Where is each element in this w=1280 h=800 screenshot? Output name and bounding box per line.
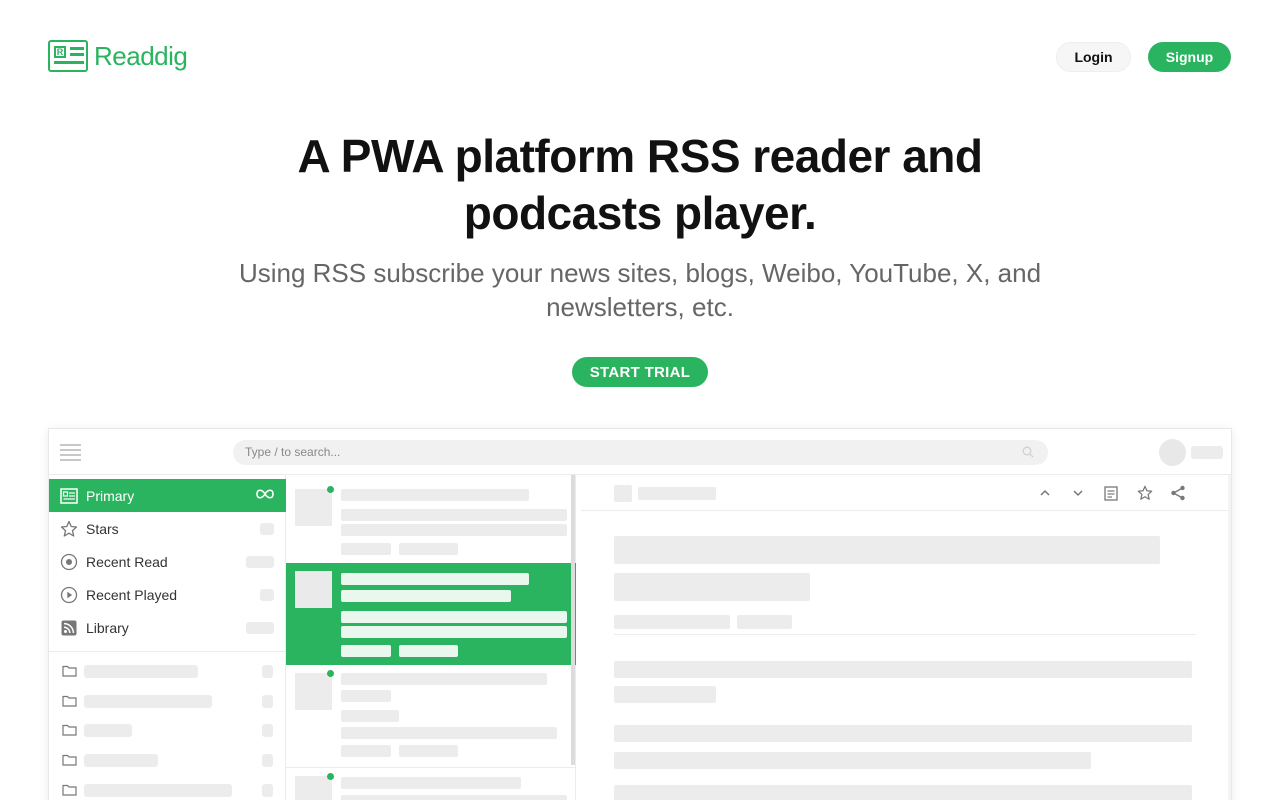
app-topbar [49, 429, 1231, 475]
star-icon [60, 520, 78, 538]
folder-icon [62, 754, 77, 766]
article-body-placeholder [614, 661, 1192, 678]
list-item[interactable] [286, 768, 576, 800]
login-button[interactable]: Login [1056, 42, 1131, 72]
count-badge [246, 555, 274, 568]
article-meta-placeholder [614, 615, 730, 629]
menu-icon[interactable] [60, 444, 81, 461]
count-badge [260, 588, 274, 601]
start-trial-button[interactable]: START TRIAL [572, 357, 708, 387]
sidebar-divider [49, 651, 286, 652]
feed-title-placeholder [638, 487, 716, 500]
folder-item[interactable] [62, 722, 277, 738]
feed-icon-placeholder [614, 485, 632, 502]
unread-dot [327, 486, 334, 493]
avatar[interactable] [1159, 439, 1186, 466]
play-icon [60, 586, 78, 604]
user-name-placeholder [1191, 446, 1223, 459]
sidebar-item-primary[interactable]: Primary [49, 479, 286, 512]
article-list [286, 475, 576, 800]
folder-item[interactable] [62, 693, 277, 709]
sidebar: Primary Stars Recent Read Recent Played [49, 475, 286, 800]
sidebar-item-recent-read[interactable]: Recent Read [49, 545, 286, 578]
hero-subtitle: Using RSS subscribe your news sites, blo… [238, 258, 1042, 322]
chevron-down-icon[interactable] [1069, 484, 1087, 502]
feed-icon [60, 487, 78, 505]
article-meta-placeholder [737, 615, 792, 629]
brand-name: Readdig [94, 40, 188, 71]
folder-item[interactable] [62, 663, 277, 679]
reader-scrollbar[interactable] [1228, 475, 1231, 800]
article-body-placeholder [614, 752, 1091, 769]
list-item[interactable] [286, 665, 576, 767]
count-badge [246, 621, 274, 634]
record-icon [60, 553, 78, 571]
sidebar-item-label: Library [86, 619, 129, 636]
reader-header [581, 475, 1231, 511]
sidebar-item-stars[interactable]: Stars [49, 512, 286, 545]
list-scrollbar[interactable] [571, 475, 575, 765]
unread-dot [327, 670, 334, 677]
list-item[interactable] [286, 475, 576, 563]
unread-dot [327, 773, 334, 780]
sidebar-item-label: Primary [86, 487, 135, 504]
sidebar-item-label: Stars [86, 520, 119, 537]
logo-icon: R [48, 40, 88, 72]
sidebar-item-recent-played[interactable]: Recent Played [49, 578, 286, 611]
brand-logo[interactable]: R Readdig [48, 40, 188, 72]
list-item-selected[interactable] [286, 563, 576, 665]
app-preview: Primary Stars Recent Read Recent Played [48, 428, 1232, 800]
folder-icon [62, 724, 77, 736]
count-badge [260, 522, 274, 535]
article-body-placeholder [614, 725, 1192, 742]
infinity-icon [256, 489, 274, 499]
folder-icon [62, 695, 77, 707]
folder-item[interactable] [62, 782, 277, 798]
divider [614, 634, 1196, 635]
star-icon[interactable] [1136, 484, 1154, 502]
sidebar-item-label: Recent Played [86, 586, 178, 603]
folder-item[interactable] [62, 752, 277, 768]
hero-title: A PWA platform RSS reader and podcasts p… [297, 130, 983, 239]
sidebar-item-library[interactable]: Library [49, 611, 286, 644]
signup-button[interactable]: Signup [1148, 42, 1231, 72]
article-body-placeholder [614, 686, 716, 703]
reader-pane [581, 475, 1231, 800]
folder-icon [62, 665, 77, 677]
sidebar-item-label: Recent Read [86, 553, 168, 570]
article-body-placeholder [614, 785, 1192, 800]
search-bar[interactable] [233, 440, 1048, 465]
share-icon[interactable] [1169, 484, 1187, 502]
search-input[interactable] [245, 445, 1005, 459]
rss-icon [60, 619, 78, 637]
article-title-placeholder [614, 573, 810, 601]
article-title-placeholder [614, 536, 1160, 564]
search-icon [1022, 446, 1034, 458]
folder-icon [62, 784, 77, 796]
article-icon[interactable] [1102, 484, 1120, 502]
chevron-up-icon[interactable] [1036, 484, 1054, 502]
